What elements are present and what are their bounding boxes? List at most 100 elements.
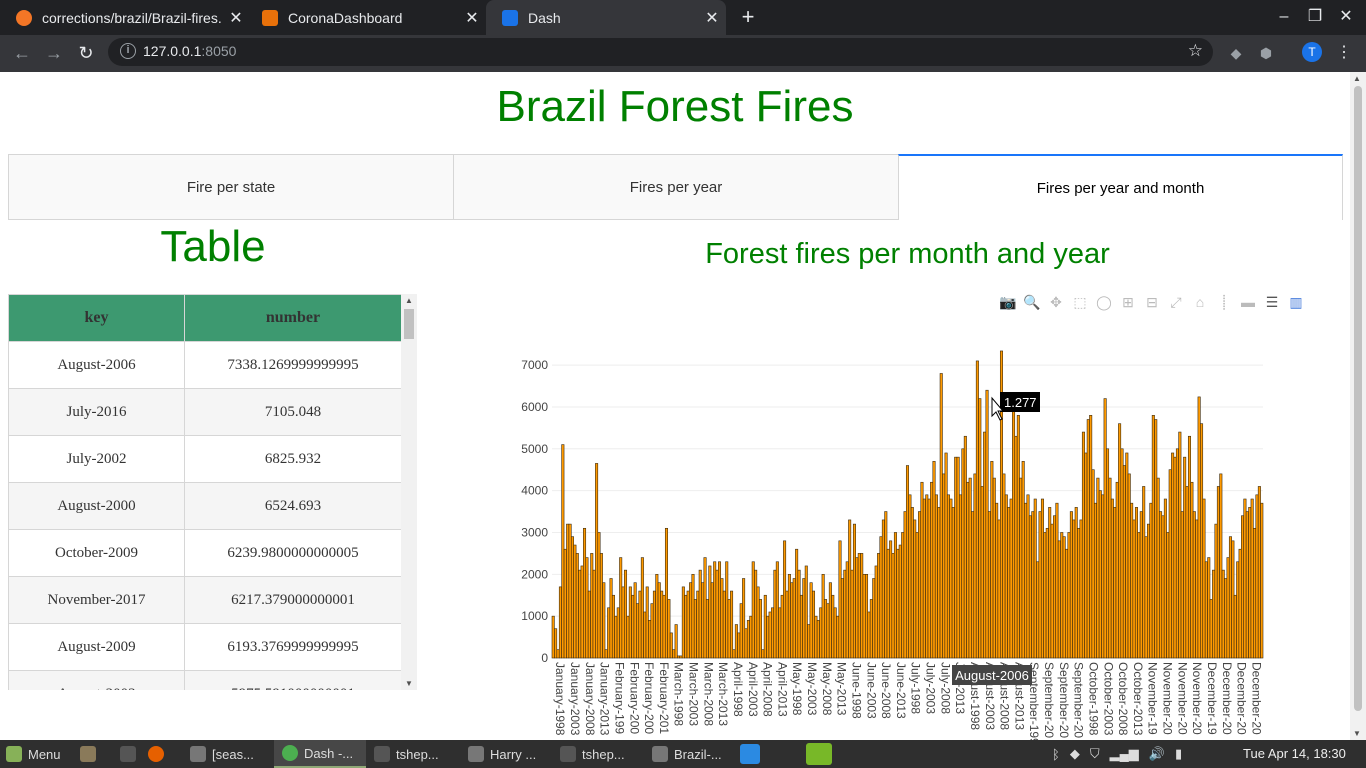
bar [778,607,782,659]
back-icon[interactable]: ← [8,40,36,66]
cell-number[interactable]: 6217.379000000001 [184,576,402,624]
page-scrollbar[interactable]: ▲ ▼ [1350,72,1366,740]
browser-tab-corona[interactable]: CoronaDashboard ✕ [246,0,486,35]
home-icon[interactable]: ⌂ [1190,293,1210,311]
bar [1204,561,1208,659]
cell-key[interactable]: July-2002 [8,435,185,483]
scroll-up-icon[interactable]: ▲ [405,296,413,305]
restore-icon[interactable]: ❐ [1301,5,1329,29]
cell-number[interactable]: 5975.591000000001 [184,670,402,690]
menu-button[interactable]: Menu [6,740,61,768]
hover-closest-icon[interactable]: ▬ [1238,293,1258,311]
cell-number[interactable]: 7105.048 [184,388,402,436]
table-title: Table [160,222,266,271]
bar [1004,494,1008,659]
shield-icon[interactable]: ⛉ [1090,746,1100,762]
cell-number[interactable]: 6524.693 [184,482,402,530]
extension-icon[interactable]: ◆ [1226,43,1246,63]
forward-icon[interactable]: → [40,40,68,66]
zoom-out-icon[interactable]: ⊟ [1142,293,1162,311]
taskbar-item[interactable]: tshep... [374,740,439,768]
cell-key[interactable]: July-2016 [8,388,185,436]
tab-fires-per-year[interactable]: Fires per year [453,154,899,220]
bar [951,507,955,659]
bar [679,655,683,659]
bookmark-star-icon[interactable]: ☆ [1188,41,1203,61]
cell-number[interactable]: 7338.1269999999995 [184,341,402,389]
close-window-icon[interactable]: ✕ [1332,5,1360,29]
extension-cube-icon[interactable]: ⬢ [1256,43,1276,63]
taskbar-launcher-terminal[interactable] [120,740,142,768]
taskbar-item-active[interactable]: Dash -... [274,740,366,768]
reload-icon[interactable]: ↻ [72,40,100,66]
cell-key[interactable]: November-2017 [8,576,185,624]
hover-compare-icon[interactable]: ☰ [1262,293,1282,311]
scroll-thumb[interactable] [1354,86,1362,711]
menu-kebab-icon[interactable]: ⋮ [1336,42,1352,62]
taskbar-launcher-files[interactable] [80,740,102,768]
table-row: August-2000 6524.693 [8,482,402,530]
cell-key[interactable]: August-2000 [8,482,185,530]
spike-lines-icon[interactable]: ⸽ [1214,293,1234,311]
bar [963,435,967,659]
taskbar-item[interactable]: Harry ... [468,740,536,768]
tab-fires-per-year-and-month[interactable]: Fires per year and month [898,154,1343,220]
column-header-key[interactable]: key [8,294,185,342]
scroll-thumb[interactable] [404,309,414,339]
taskbar-item[interactable]: Brazil-... [652,740,722,768]
scroll-down-icon[interactable]: ▼ [405,679,413,688]
browser-tab-dash[interactable]: Dash ✕ [486,0,726,35]
x-tick-label: May-2013 [835,662,849,716]
zoom-in-icon[interactable]: ⊞ [1118,293,1138,311]
bar [1192,511,1196,659]
table-scrollbar[interactable]: ▲ ▼ [401,294,417,690]
clock[interactable]: Tue Apr 14, 18:30 [1243,740,1346,768]
box-select-icon[interactable]: ⬚ [1070,293,1090,311]
taskbar-launcher-vscode[interactable] [740,740,766,768]
cell-key[interactable]: October-2009 [8,529,185,577]
taskbar-item[interactable]: [seas... [190,740,254,768]
browser-tab-jupyter[interactable]: corrections/brazil/Brazil-fires. ✕ [0,0,250,35]
lasso-icon[interactable]: ◯ [1094,293,1114,311]
cell-key[interactable]: August-2003 [8,670,185,690]
scroll-down-icon[interactable]: ▼ [1353,729,1361,738]
minimize-icon[interactable]: – [1270,5,1298,29]
cell-number[interactable]: 6193.3769999999995 [184,623,402,671]
bar [638,590,642,659]
taskbar-item[interactable]: tshep... [560,740,625,768]
volume-icon[interactable]: 🔊 [1149,746,1165,762]
bar [554,628,558,659]
cell-number[interactable]: 6239.9800000000005 [184,529,402,577]
network-icon[interactable]: ▂▄▆ [1110,746,1139,762]
bar [619,557,623,659]
bar-chart[interactable]: 0 1000 2000 3000 4000 5000 6000 7000 January-19… [500,330,1300,740]
column-header-number[interactable]: number [184,294,402,342]
avatar[interactable]: T [1302,42,1322,62]
new-tab-button[interactable]: + [735,5,761,29]
zoom-icon[interactable]: 🔍 [1022,293,1042,311]
taskbar-launcher-firefox[interactable] [148,740,170,768]
close-tab-icon[interactable]: ✕ [698,8,726,28]
camera-icon[interactable]: 📷 [998,293,1018,311]
tab-fire-per-state[interactable]: Fire per state [8,154,454,220]
cell-key[interactable]: August-2009 [8,623,185,671]
battery-icon[interactable]: ▮ [1175,746,1182,762]
plotly-logo-icon[interactable]: ▥ [1286,293,1306,311]
bar [1185,486,1189,659]
bluetooth-icon[interactable]: ᛒ [1052,747,1060,762]
info-icon[interactable]: i [120,43,136,59]
cell-number[interactable]: 6825.932 [184,435,402,483]
x-tick-label: July-2003 [924,662,938,714]
bar [662,594,666,659]
scroll-up-icon[interactable]: ▲ [1353,74,1361,83]
taskbar-launcher-utorrent[interactable] [806,740,838,768]
app-tray-icon[interactable]: ◆ [1070,746,1080,762]
cell-key[interactable]: August-2006 [8,341,185,389]
address-bar[interactable]: i 127.0.0.1:8050 ☆ [108,38,1213,66]
bar [604,649,608,659]
close-tab-icon[interactable]: ✕ [458,8,486,28]
pan-icon[interactable]: ✥ [1046,293,1066,311]
autoscale-icon[interactable]: ⤢ [1166,293,1186,311]
bar [742,578,746,659]
bar [898,544,902,659]
